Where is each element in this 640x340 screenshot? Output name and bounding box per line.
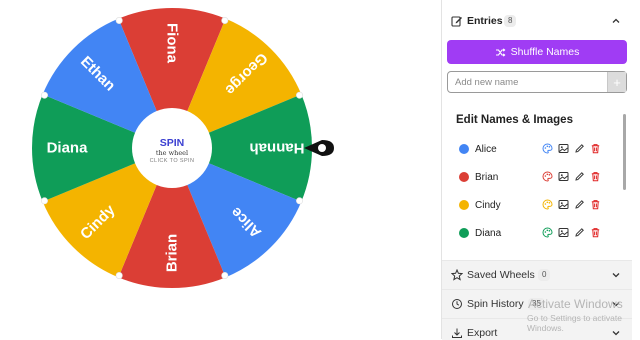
wheel-area: Fiona George Hannah Alice Brian Cindy Diana Eth… [0,0,440,339]
saved-wheels-label: Saved Wheels [467,269,535,281]
wheel-peg [221,16,229,24]
wheel-segment-label: Hannah [249,140,304,157]
trash-icon[interactable] [590,199,601,210]
wheel-peg [221,271,229,279]
entry-color-dot[interactable] [459,200,469,210]
entries-label: Entries [467,15,503,27]
chevron-down-icon[interactable] [611,328,621,338]
hub-subtitle: the wheel [156,149,188,157]
palette-icon[interactable] [542,199,553,210]
entries-scrollbar-thumb[interactable] [623,114,626,190]
entries-header[interactable]: Entries 8 [442,7,632,35]
image-icon[interactable] [558,199,569,210]
entry-row[interactable]: Diana [459,225,619,241]
entry-color-dot[interactable] [459,172,469,182]
entry-row[interactable]: Brian [459,169,619,185]
entries-count-badge: 8 [504,15,517,27]
wheel-peg [40,197,48,205]
entry-color-dot[interactable] [459,228,469,238]
wheel-peg [40,91,48,99]
wheel-peg [295,197,303,205]
image-icon[interactable] [558,171,569,182]
wheel-peg [295,91,303,99]
image-icon[interactable] [558,227,569,238]
star-icon [451,269,463,281]
trash-icon[interactable] [590,143,601,154]
shuffle-names-button[interactable]: Shuffle Names [447,40,627,64]
entry-name: Cindy [475,199,501,211]
shuffle-icon [495,47,506,57]
entry-row[interactable]: Cindy [459,197,619,213]
spin-history-count-badge: 35 [528,298,545,310]
pencil-icon[interactable] [574,143,585,154]
export-section[interactable]: Export [442,318,632,340]
entry-name: Diana [475,227,502,239]
plus-icon: + [613,74,621,90]
add-name-button[interactable]: + [607,72,626,92]
edit-names-section: Edit Names & Images Alice Brian Cindy Diana [447,100,631,258]
entry-name: Brian [475,171,499,183]
wheel-segment-label: Fiona [164,23,181,64]
edit-square-icon [451,15,463,27]
spin-history-section[interactable]: Spin History 35 [442,289,632,318]
entry-color-dot[interactable] [459,144,469,154]
hub-caption: CLICK TO SPIN [150,158,195,164]
add-name-input[interactable] [448,72,613,92]
wheel-peg [115,271,123,279]
side-panel: Entries 8 Shuffle Names + Edit Names & I… [441,0,632,340]
spin-hub[interactable]: SPIN the wheel CLICK TO SPIN [132,108,212,188]
palette-icon[interactable] [542,227,553,238]
trash-icon[interactable] [590,171,601,182]
shuffle-names-label: Shuffle Names [510,46,580,58]
history-icon [451,298,463,310]
saved-wheels-section[interactable]: Saved Wheels 0 [442,260,632,289]
entry-row[interactable]: Alice [459,141,619,157]
export-label: Export [467,327,498,339]
pencil-icon[interactable] [574,171,585,182]
spin-history-label: Spin History [467,298,524,310]
chevron-up-icon[interactable] [611,16,621,26]
palette-icon[interactable] [542,171,553,182]
trash-icon[interactable] [590,227,601,238]
pencil-icon[interactable] [574,199,585,210]
export-icon [451,327,463,339]
pencil-icon[interactable] [574,227,585,238]
spin-wheel[interactable]: FionaGeorgeHannahAliceBrianCindyDianaEth… [0,0,440,339]
wheel-segment-label: Diana [47,140,89,157]
chevron-down-icon[interactable] [611,299,621,309]
wheel-segment-label: Brian [164,234,181,272]
image-icon[interactable] [558,143,569,154]
add-name-field: + [447,71,627,93]
saved-wheels-count-badge: 0 [538,269,551,281]
hub-title: SPIN [160,137,185,149]
chevron-down-icon[interactable] [611,270,621,280]
wheel-peg [115,16,123,24]
entry-name: Alice [475,143,497,155]
palette-icon[interactable] [542,143,553,154]
edit-names-title: Edit Names & Images [456,114,573,126]
